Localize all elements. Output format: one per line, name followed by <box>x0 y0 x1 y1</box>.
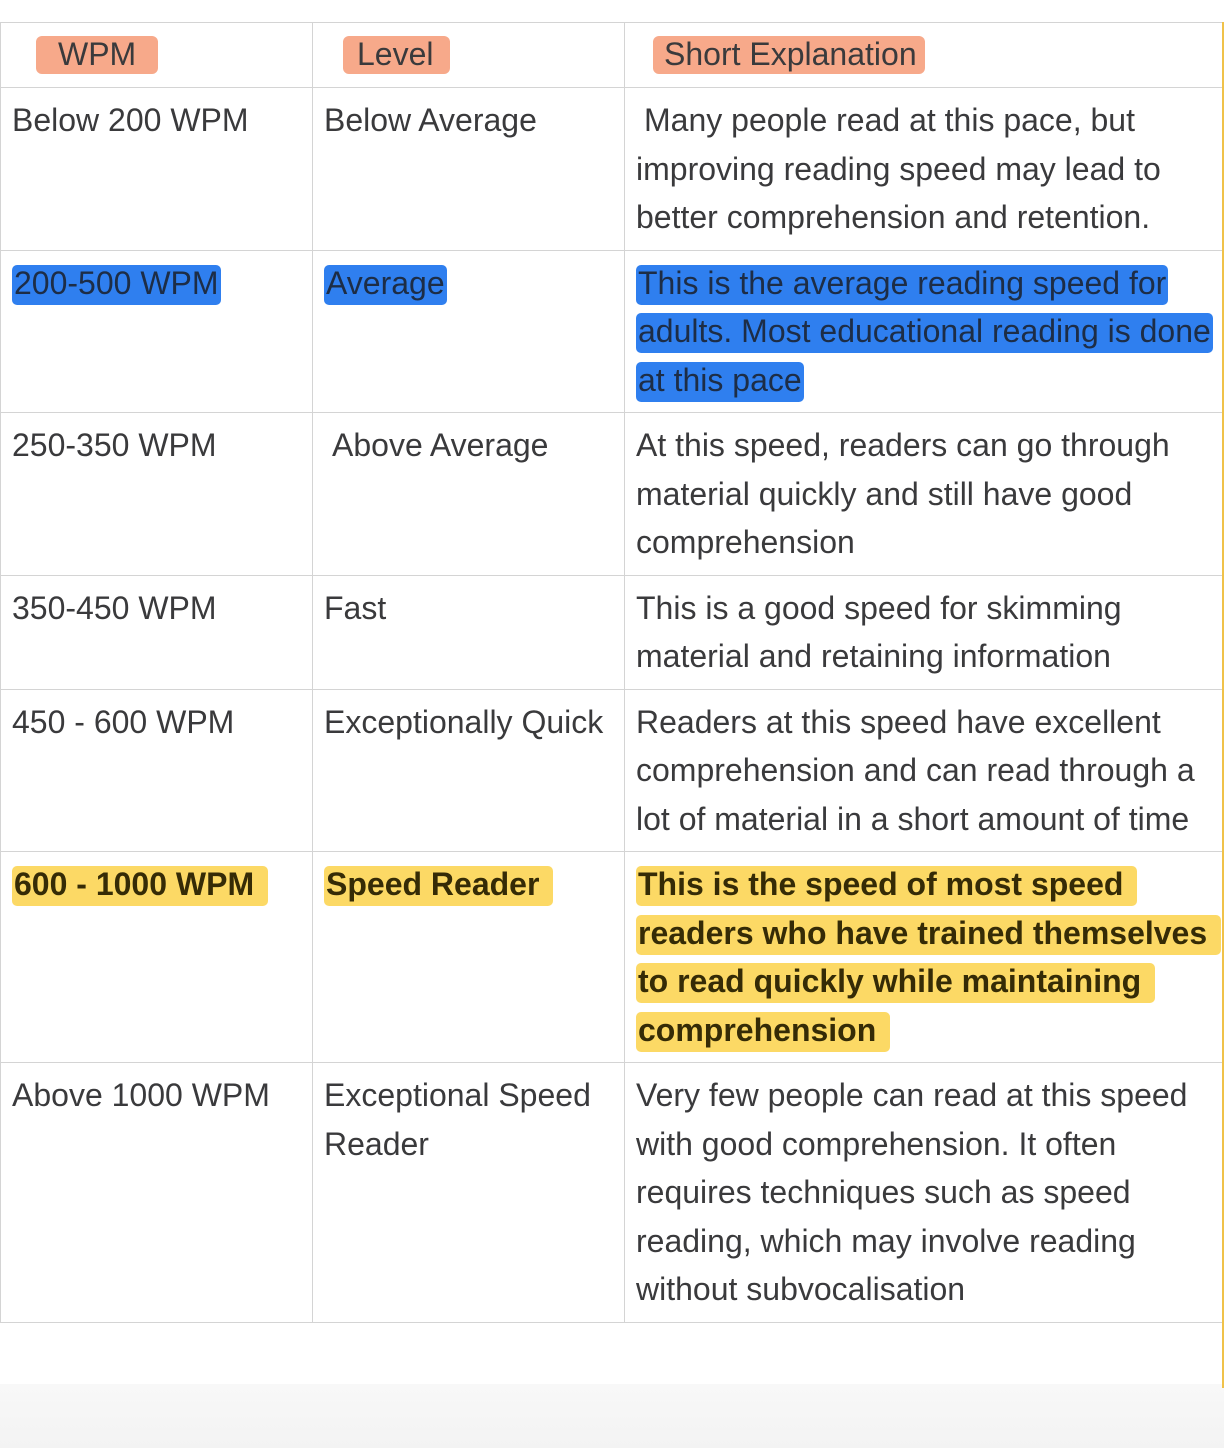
wpm-cell: 600 - 1000 WPM <box>0 851 313 1063</box>
wpm-text: 250-350 WPM <box>12 427 217 463</box>
explanation-text: This is the average reading speed for ad… <box>636 264 1213 402</box>
explanation-cell: Many people read at this pace, but impro… <box>624 87 1224 251</box>
explanation-cell: This is a good speed for skimming materi… <box>624 574 1224 690</box>
level-text: Below Average <box>324 102 537 138</box>
wpm-cell: 250-350 WPM <box>0 412 313 576</box>
header-row: WPM Level Short Explanation <box>0 22 1224 88</box>
wpm-text: 200-500 WPM <box>12 264 221 305</box>
explanation-text: Readers at this speed have excellent com… <box>636 703 1195 837</box>
top-strip <box>0 0 1224 22</box>
header-cell-explanation: Short Explanation <box>624 22 1224 88</box>
level-text: Exceptionally Quick <box>324 703 604 740</box>
table-row: 600 - 1000 WPM Speed Reader This is the … <box>0 851 1224 1063</box>
wpm-text: 350-450 WPM <box>12 589 217 626</box>
wpm-text: 600 - 1000 WPM <box>12 866 269 906</box>
level-text: Exceptional Speed Reader <box>324 1077 591 1162</box>
header-short-explanation: Short Explanation <box>653 36 925 74</box>
table-row: 200-500 WPM Average This is the average … <box>0 249 1224 413</box>
explanation-text: This is the speed of most speed readers … <box>636 866 1222 1052</box>
level-cell: Exceptional Speed Reader <box>312 1062 625 1323</box>
level-cell: Exceptionally Quick <box>312 688 625 852</box>
explanation-cell: Very few people can read at this speed w… <box>624 1062 1224 1323</box>
explanation-cell: At this speed, readers can go through ma… <box>624 412 1224 576</box>
page: WPM Level Short Explanation Below 200 WP… <box>0 0 1224 1448</box>
wpm-cell: Above 1000 WPM <box>0 1062 313 1323</box>
reading-speed-table: WPM Level Short Explanation Below 200 WP… <box>0 22 1224 1323</box>
level-text: Average <box>324 264 447 305</box>
explanation-cell: Readers at this speed have excellent com… <box>624 688 1224 852</box>
wpm-cell: 200-500 WPM <box>0 249 313 413</box>
level-text: Above Average <box>332 427 549 463</box>
explanation-text: Many people read at this pace, but impro… <box>636 102 1161 235</box>
level-cell: Average <box>312 249 625 413</box>
wpm-text: 450 - 600 WPM <box>12 703 235 740</box>
explanation-cell: This is the speed of most speed readers … <box>624 851 1224 1063</box>
table-row: 250-350 WPM Above Average At this speed,… <box>0 412 1224 576</box>
wpm-text: Below 200 WPM <box>12 102 249 138</box>
wpm-text: Above 1000 WPM <box>12 1077 270 1113</box>
explanation-cell: This is the average reading speed for ad… <box>624 249 1224 413</box>
header-cell-wpm: WPM <box>0 22 313 88</box>
header-wpm: WPM <box>36 36 159 74</box>
wpm-cell: 350-450 WPM <box>0 574 313 690</box>
level-cell: Below Average <box>312 87 625 251</box>
wpm-cell: 450 - 600 WPM <box>0 688 313 852</box>
level-text: Fast <box>324 589 387 626</box>
level-cell: Fast <box>312 574 625 690</box>
explanation-text: At this speed, readers can go through ma… <box>636 427 1170 560</box>
header-cell-level: Level <box>312 22 625 88</box>
explanation-text: Very few people can read at this speed w… <box>636 1077 1188 1307</box>
level-cell: Speed Reader <box>312 851 625 1063</box>
header-level: Level <box>343 36 450 74</box>
table-row: 450 - 600 WPM Exceptionally Quick Reader… <box>0 688 1224 852</box>
level-cell: Above Average <box>312 412 625 576</box>
table-row: 350-450 WPM Fast This is a good speed fo… <box>0 574 1224 690</box>
table-row: Above 1000 WPM Exceptional Speed Reader … <box>0 1062 1224 1323</box>
explanation-text: This is a good speed for skimming materi… <box>636 589 1122 675</box>
wpm-cell: Below 200 WPM <box>0 87 313 251</box>
level-text: Speed Reader <box>324 866 554 906</box>
table-row: Below 200 WPM Below Average Many people … <box>0 87 1224 251</box>
